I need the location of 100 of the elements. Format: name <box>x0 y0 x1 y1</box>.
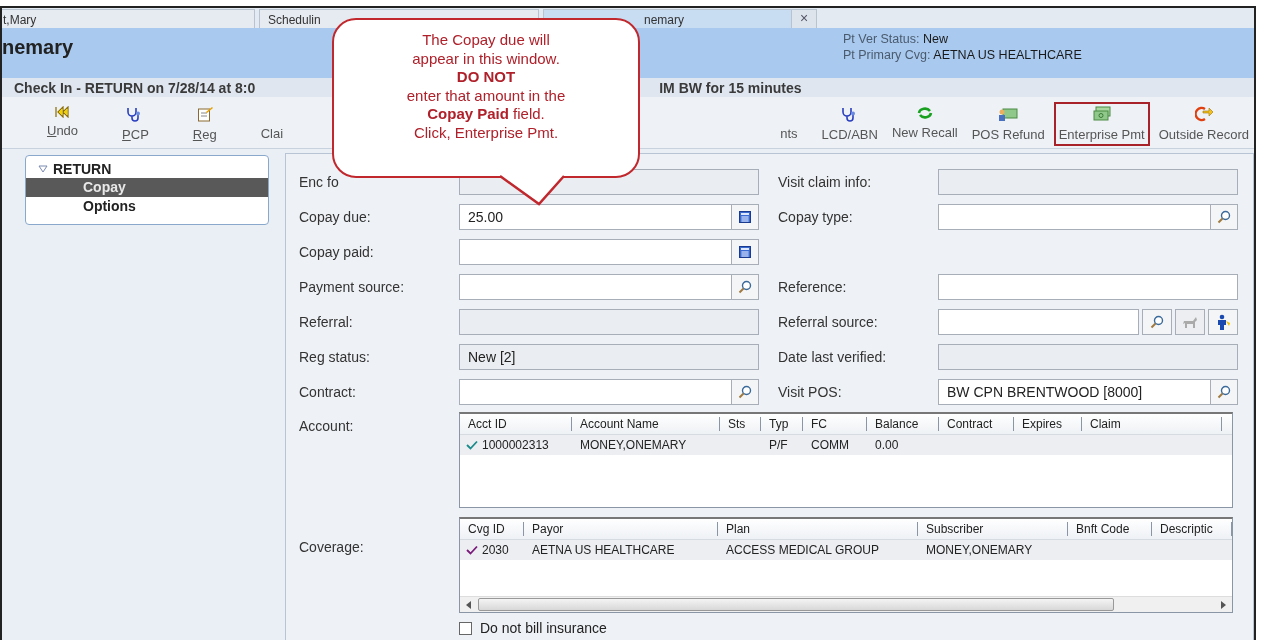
toolbar-button[interactable]: PCP <box>117 102 154 146</box>
column-header[interactable]: Sts <box>720 417 761 431</box>
table-cell: P/F <box>769 438 788 452</box>
column-header[interactable]: Claim <box>1082 417 1222 431</box>
tree-item[interactable]: Options <box>26 197 268 216</box>
field-label: Copay type: <box>778 209 854 225</box>
table-cell: MONEY,ONEMARY <box>926 543 1033 557</box>
calculator-button[interactable] <box>731 204 759 230</box>
grid-row[interactable]: 1000002313 MONEY,ONEMARY P/F COMM 0.00 <box>460 435 1232 455</box>
field-label: Copay paid: <box>299 244 375 260</box>
calculator-icon <box>739 246 751 258</box>
column-header[interactable]: Descriptic <box>1152 522 1232 536</box>
input-field[interactable] <box>459 309 759 335</box>
money-icon <box>998 106 1019 122</box>
title-text: Check In - RETURN on 7/28/14 at 8:0 <box>14 79 256 96</box>
table-cell: 0.00 <box>875 438 899 452</box>
input-field[interactable] <box>938 169 1238 195</box>
search-button[interactable] <box>1210 379 1238 405</box>
field-label: Visit POS: <box>778 384 843 400</box>
callout-text: The Copay due will appear in this window. DO NOT enter that amount in the Copay Paid field. Click, Enterprise Pmt. <box>405 31 567 142</box>
field-label: Payment source: <box>299 279 406 295</box>
table-cell: 1000002313 <box>482 438 549 452</box>
person-button[interactable] <box>1208 309 1238 335</box>
tree-item[interactable]: RETURN <box>26 160 268 178</box>
toolbar-button[interactable]: New Recall <box>886 102 963 146</box>
search-icon <box>738 280 752 294</box>
column-header[interactable]: Acct ID <box>460 417 572 431</box>
money-icon <box>1091 106 1112 122</box>
field-label: Coverage: <box>299 538 365 557</box>
column-header[interactable]: Expires <box>1014 417 1082 431</box>
input-field[interactable] <box>459 274 732 300</box>
search-icon <box>738 385 752 399</box>
rewind-icon <box>54 106 71 118</box>
field-label: Contract: <box>299 384 357 400</box>
column-header[interactable]: Account Name <box>572 417 720 431</box>
toolbar-button[interactable]: Reg <box>187 102 222 146</box>
table-cell: 2030 <box>482 543 509 557</box>
clipboard-icon <box>196 106 213 122</box>
toolbar-button[interactable]: Enterprise Pmt <box>1053 102 1150 146</box>
search-button[interactable] <box>731 274 759 300</box>
input-field[interactable] <box>938 204 1211 230</box>
search-button[interactable] <box>731 379 759 405</box>
horse-icon <box>1182 315 1198 329</box>
person-icon <box>1215 314 1231 330</box>
calculator-icon <box>739 211 751 223</box>
field-label: Reference: <box>778 279 848 295</box>
table-cell: AETNA US HEALTHCARE <box>532 543 675 557</box>
input-field[interactable] <box>938 274 1238 300</box>
column-header[interactable]: Cvg ID <box>460 522 524 536</box>
input-field[interactable] <box>459 239 732 265</box>
search-button[interactable] <box>1142 309 1172 335</box>
table-cell: ACCESS MEDICAL GROUP <box>726 543 879 557</box>
search-icon <box>1217 210 1231 224</box>
close-button[interactable]: × <box>791 9 817 28</box>
toolbar-button[interactable]: Outside Record <box>1153 102 1254 146</box>
tree-item[interactable]: Copay <box>26 178 268 197</box>
column-header[interactable]: Typ <box>761 417 803 431</box>
toolbar-button[interactable]: LCD/ABN <box>816 102 883 146</box>
horizontal-scrollbar[interactable] <box>460 596 1232 612</box>
status-label: Pt Primary Cvg: <box>843 48 931 62</box>
checkbox-label: Do not bill insurance <box>480 620 607 636</box>
search-icon <box>1150 315 1164 329</box>
field-label: Copay due: <box>299 209 372 225</box>
toolbar-button[interactable]: nts <box>775 102 803 146</box>
search-icon <box>1217 385 1231 399</box>
table-cell: MONEY,ONEMARY <box>580 438 687 452</box>
field-label: Referral: <box>299 314 354 330</box>
toolbar-button[interactable]: Undo <box>42 102 84 146</box>
arrows-icon <box>1194 106 1213 122</box>
field-label: Account: <box>299 417 355 436</box>
table-cell: COMM <box>811 438 849 452</box>
patient-name: nemary <box>2 36 74 59</box>
status-value: AETNA US HEALTHCARE <box>933 48 1082 62</box>
field-label: Reg status: <box>299 349 371 365</box>
input-field[interactable] <box>938 344 1238 370</box>
column-header[interactable]: Bnft Code <box>1068 522 1152 536</box>
column-header[interactable]: Payor <box>524 522 718 536</box>
input-field[interactable]: BW CPN BRENTWOOD [8000] <box>938 379 1211 405</box>
input-field[interactable]: New [2] <box>459 344 759 370</box>
grid-row[interactable]: 2030 AETNA US HEALTHCARE ACCESS MEDICAL GROUP MONEY,ONEMARY <box>460 540 1232 560</box>
input-field[interactable] <box>459 379 732 405</box>
column-header[interactable]: Balance <box>867 417 939 431</box>
scroll-left-icon[interactable] <box>466 600 472 609</box>
status-label: Pt Ver Status: <box>843 32 920 46</box>
input-field[interactable] <box>938 309 1139 335</box>
field-label: Enc fo <box>299 174 340 190</box>
column-header[interactable]: Subscriber <box>918 522 1068 536</box>
checkbox[interactable] <box>459 621 472 635</box>
toolbar-button[interactable]: POS Refund <box>966 102 1050 146</box>
calculator-button[interactable] <box>731 239 759 265</box>
search-button[interactable] <box>1210 204 1238 230</box>
toolbar-button[interactable]: Clai <box>255 102 289 146</box>
column-header[interactable]: Contract <box>939 417 1014 431</box>
tab[interactable]: t,Mary <box>2 9 255 28</box>
field-label: Date last verified: <box>778 349 888 365</box>
scroll-right-icon[interactable] <box>1220 600 1226 609</box>
field-label: Visit claim info: <box>778 174 873 190</box>
column-header[interactable]: FC <box>803 417 867 431</box>
status-value: New <box>922 32 948 46</box>
column-header[interactable]: Plan <box>718 522 918 536</box>
